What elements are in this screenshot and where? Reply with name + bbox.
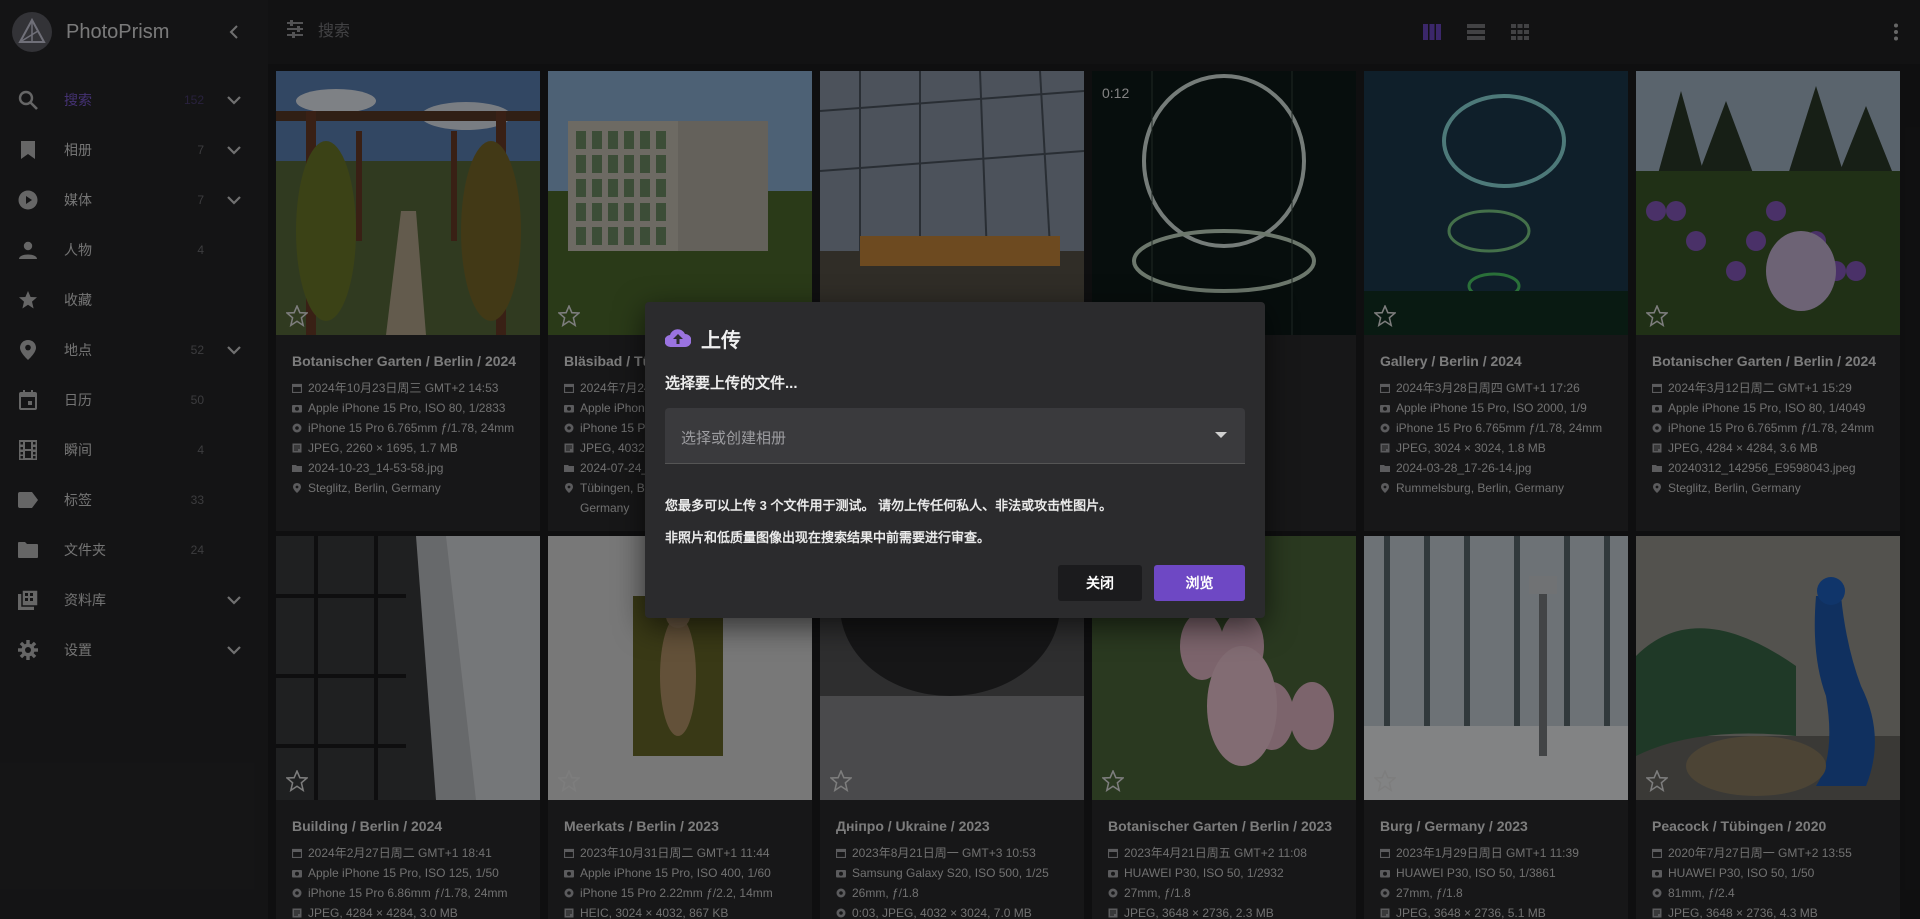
close-button[interactable]: 关闭 [1058, 565, 1142, 601]
upload-limit-notice: 您最多可以上传 3 个文件用于测试。 请勿上传任何私人、非法或攻击性图片。 [665, 498, 1113, 513]
dialog-header: 上传 [665, 324, 741, 352]
upload-dialog: 上传 选择要上传的文件... 选择或创建相册 您最多可以上传 3 个文件用于测试… [645, 302, 1265, 618]
album-select-placeholder: 选择或创建相册 [681, 430, 787, 447]
dialog-title: 上传 [701, 329, 741, 352]
review-notice: 非照片和低质量图像出现在搜索结果中前需要进行审查。 [665, 530, 991, 545]
album-select[interactable]: 选择或创建相册 [665, 408, 1245, 464]
cloud-upload-icon [665, 329, 691, 348]
dropdown-arrow-icon [1215, 432, 1227, 438]
browse-button[interactable]: 浏览 [1154, 565, 1245, 601]
dialog-subtitle: 选择要上传的文件... [665, 375, 798, 392]
app: PhotoPrism 搜索 152 相册 7 媒体 7 人物 4 收藏 地点 5… [0, 0, 1920, 919]
